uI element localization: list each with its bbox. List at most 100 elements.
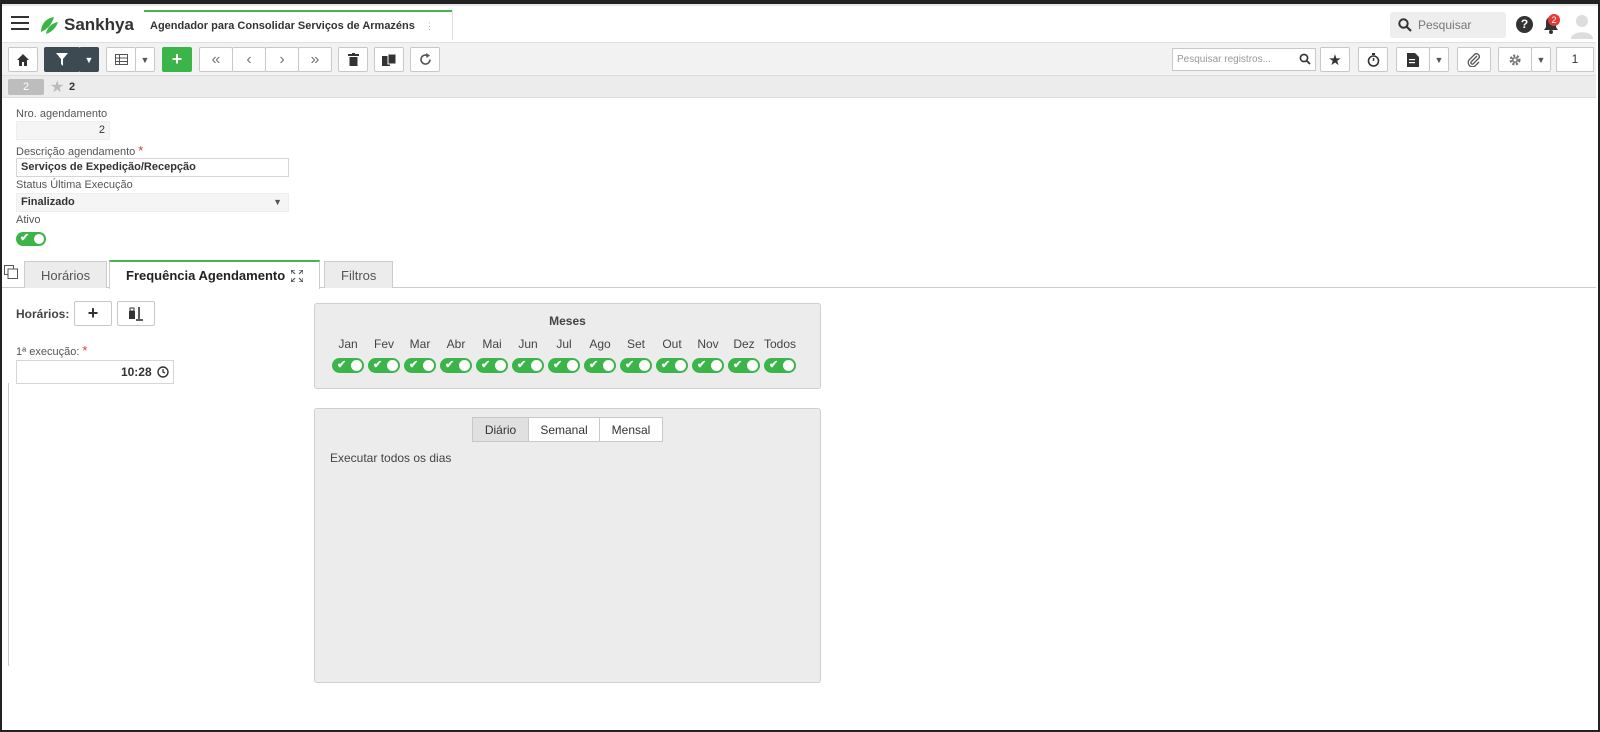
gear-icon <box>1509 54 1521 65</box>
last-record-button[interactable]: » <box>298 47 332 72</box>
double-chevron-left-icon: « <box>211 50 221 68</box>
home-button[interactable] <box>8 47 38 72</box>
check-icon: ✔ <box>733 359 743 371</box>
records-search-input[interactable]: Pesquisar registros... <box>1172 48 1316 71</box>
plus-icon: + <box>87 303 99 323</box>
favorite-button[interactable]: ★ <box>1320 47 1350 72</box>
month-toggle-set[interactable]: ✔ <box>620 358 652 373</box>
month-toggle-jun[interactable]: ✔ <box>512 358 544 373</box>
add-record-button[interactable]: + <box>162 47 192 72</box>
months-panel: Meses Jan ✔ Fev ✔ Mar ✔ Abr ✔ Mai ✔ Jun ✔ Jul ✔ Ago ✔ Se… <box>314 303 821 389</box>
month-toggle-ago[interactable]: ✔ <box>584 358 616 373</box>
month-toggle-abr[interactable]: ✔ <box>440 358 472 373</box>
record-info-strip: 2 ★ 2 <box>2 76 1596 98</box>
toggle-knob <box>459 360 470 371</box>
global-search-input[interactable]: Pesquisar <box>1390 12 1506 38</box>
month-label: Fev <box>373 337 394 351</box>
filter-dropdown-button[interactable]: ▼ <box>79 47 99 72</box>
option-mensal-label: Mensal <box>611 422 651 437</box>
report-button[interactable] <box>1396 47 1430 72</box>
first-execution-label: 1ª execução: * <box>16 343 87 358</box>
month-label: Jan <box>338 337 358 351</box>
option-diario-label: Diário <box>484 422 517 437</box>
add-horario-button[interactable]: + <box>74 301 112 326</box>
check-icon: ✔ <box>373 359 383 371</box>
record-badge[interactable]: 2 <box>8 79 44 95</box>
settings-dropdown-button[interactable]: ▼ <box>1531 47 1551 72</box>
ativo-toggle[interactable]: ✔ <box>16 232 46 246</box>
month-label: Abr <box>446 337 466 351</box>
delete-button[interactable] <box>338 47 368 72</box>
tab-horarios[interactable]: Horários <box>24 261 108 288</box>
clock-icon[interactable] <box>157 366 169 378</box>
tab-frequencia-agendamento[interactable]: Frequência Agendamento <box>109 260 321 289</box>
open-app-tab[interactable]: Agendador para Consolidar Serviços de Ar… <box>144 10 452 40</box>
status-ultima-execucao-select[interactable]: Finalizado ▼ <box>16 193 289 212</box>
logo-text: Sankhya <box>64 15 134 34</box>
month-jan: Jan ✔ <box>330 337 366 373</box>
app-header: Sankhya Agendador para Consolidar Serviç… <box>2 6 1596 43</box>
paperclip-icon <box>1467 52 1480 67</box>
notification-badge: 2 <box>1548 14 1560 26</box>
month-toggle-mai[interactable]: ✔ <box>476 358 508 373</box>
option-semanal-button[interactable]: Semanal <box>528 417 600 442</box>
toggle-knob <box>675 360 686 371</box>
month-toggle-dez[interactable]: ✔ <box>728 358 760 373</box>
close-tab-icon[interactable]: ⋮ <box>425 21 434 32</box>
month-label: Mar <box>409 337 431 351</box>
left-column-divider <box>8 383 9 666</box>
hamburger-menu-icon[interactable] <box>11 16 29 32</box>
global-search-placeholder: Pesquisar <box>1418 18 1472 32</box>
star-icon[interactable]: ★ <box>50 77 64 97</box>
month-toggle-jan[interactable]: ✔ <box>332 358 364 373</box>
duplicate-button[interactable] <box>374 47 404 72</box>
descricao-agendamento-field[interactable]: Serviços de Expedição/Recepção <box>16 158 289 177</box>
first-execution-time-input[interactable]: 10:28 <box>16 360 174 384</box>
plus-icon: + <box>171 49 183 69</box>
sankhya-logo[interactable]: Sankhya <box>38 12 134 38</box>
month-set: Set ✔ <box>618 337 654 373</box>
filter-button[interactable] <box>44 47 80 72</box>
attachment-button[interactable] <box>1457 47 1491 72</box>
month-todos: Todos ✔ <box>762 337 798 373</box>
month-toggle-jul[interactable]: ✔ <box>548 358 580 373</box>
option-diario-button[interactable]: Diário <box>472 417 529 442</box>
month-fev: Fev ✔ <box>366 337 402 373</box>
required-asterisk: * <box>138 143 144 158</box>
first-record-button[interactable]: « <box>199 47 233 72</box>
next-record-button[interactable]: › <box>265 47 299 72</box>
toggle-knob <box>495 360 506 371</box>
report-dropdown-button[interactable]: ▼ <box>1429 47 1449 72</box>
document-icon <box>1407 52 1419 67</box>
copy-icon <box>382 53 396 66</box>
month-toggle-mar[interactable]: ✔ <box>404 358 436 373</box>
month-nov: Nov ✔ <box>690 337 726 373</box>
month-toggle-todos[interactable]: ✔ <box>764 358 796 373</box>
check-icon: ✔ <box>553 359 563 371</box>
timer-button[interactable] <box>1358 47 1388 72</box>
nro-agendamento-label: Nro. agendamento <box>16 108 108 120</box>
grid-view-dropdown-button[interactable]: ▼ <box>135 47 155 72</box>
option-mensal-button[interactable]: Mensal <box>599 417 663 442</box>
month-toggle-out[interactable]: ✔ <box>656 358 688 373</box>
expand-icon[interactable] <box>291 269 304 282</box>
month-toggle-nov[interactable]: ✔ <box>692 358 724 373</box>
page-number-input[interactable]: 1 <box>1556 47 1594 72</box>
month-toggle-fev[interactable]: ✔ <box>368 358 400 373</box>
horarios-label: Horários: <box>16 307 70 321</box>
option-semanal-label: Semanal <box>540 422 588 437</box>
grid-view-button[interactable] <box>106 47 136 72</box>
month-out: Out ✔ <box>654 337 690 373</box>
check-icon: ✔ <box>769 359 779 371</box>
previous-record-button[interactable]: ‹ <box>232 47 266 72</box>
app-tab-title: Agendador para Consolidar Serviços de Ar… <box>150 20 415 32</box>
check-icon: ✔ <box>661 359 671 371</box>
tab-filtros-label: Filtros <box>341 267 377 283</box>
refresh-button[interactable] <box>410 47 440 72</box>
clear-horario-button[interactable] <box>117 301 155 326</box>
help-icon[interactable]: ? <box>1516 16 1533 33</box>
month-ago: Ago ✔ <box>582 337 618 373</box>
settings-button[interactable] <box>1498 47 1532 72</box>
tab-filtros[interactable]: Filtros <box>324 261 394 288</box>
user-avatar-icon[interactable] <box>1570 13 1594 39</box>
